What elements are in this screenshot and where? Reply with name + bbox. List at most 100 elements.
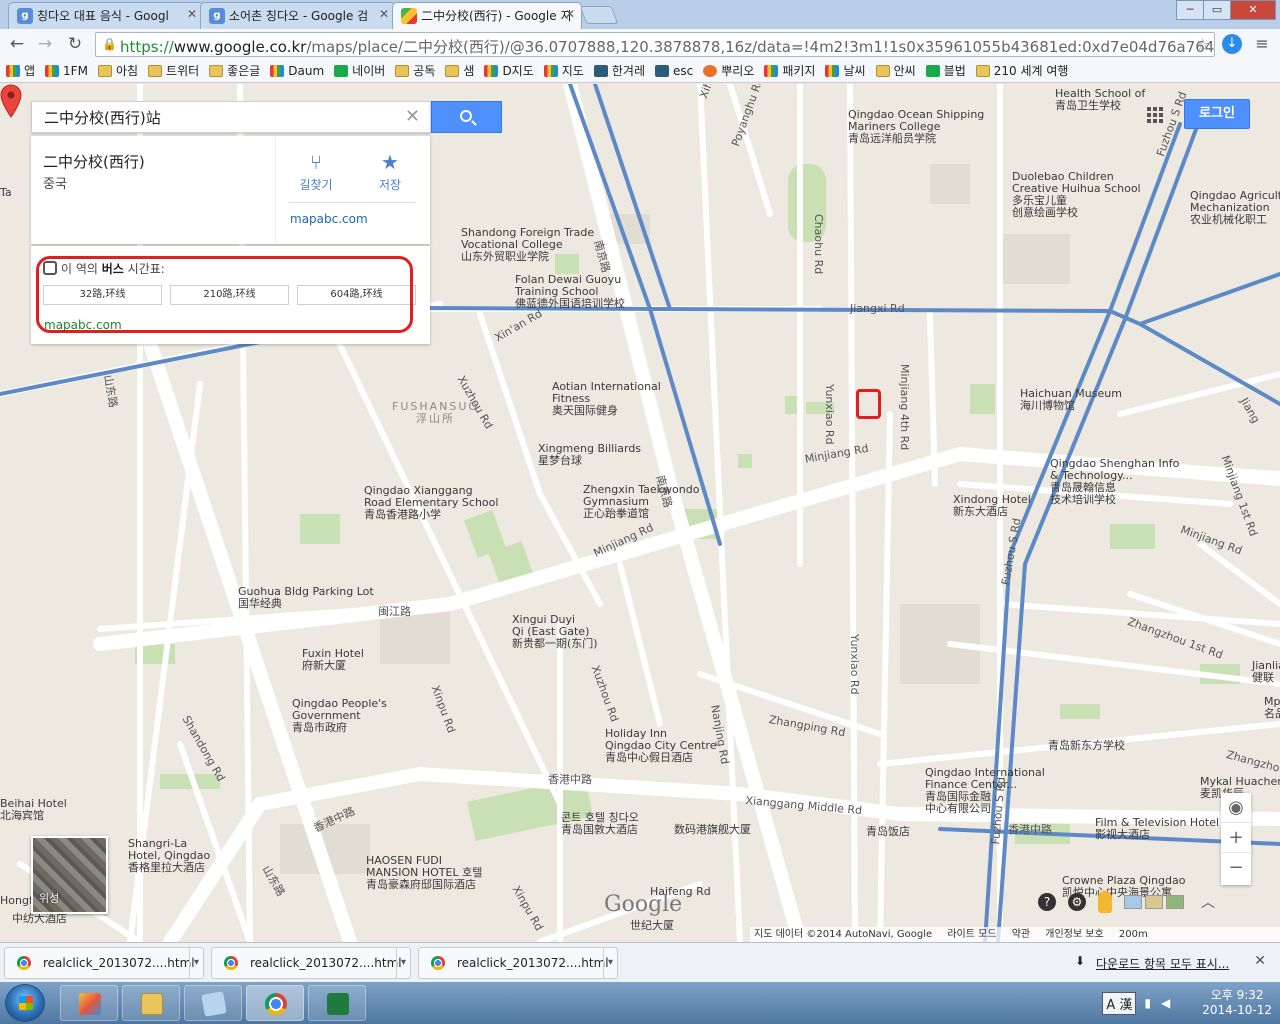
imagery-thumb[interactable] bbox=[1145, 895, 1163, 909]
search-button[interactable] bbox=[431, 101, 502, 133]
close-icon[interactable]: ✕ bbox=[1254, 953, 1266, 969]
help-icon[interactable]: ? bbox=[1038, 893, 1056, 911]
bookmark-item[interactable]: 공독 bbox=[395, 62, 435, 79]
map-poi-label[interactable]: Haichuan Museum 海川博物馆 bbox=[1020, 388, 1122, 412]
map-poi-label[interactable]: Shandong Foreign Trade Vocational Colleg… bbox=[461, 227, 594, 263]
clock[interactable]: 오후 9:32 2014-10-12 bbox=[1202, 988, 1272, 1018]
tab-close-icon[interactable]: ✕ bbox=[565, 7, 575, 21]
browser-tab-active[interactable]: 二中分校(西行) - Google 지 ✕ bbox=[392, 2, 582, 29]
show-all-downloads-link[interactable]: 다운로드 항목 모두 표시... bbox=[1096, 955, 1229, 972]
reload-icon[interactable]: ↻ bbox=[64, 33, 86, 55]
imagery-thumbs[interactable] bbox=[1124, 895, 1187, 909]
taskbar-app-excel[interactable] bbox=[308, 985, 366, 1021]
maximize-button[interactable]: ▭ bbox=[1203, 0, 1231, 20]
map-poi-label[interactable]: 世纪大厦 bbox=[630, 920, 674, 932]
download-extension-icon[interactable]: ↓ bbox=[1222, 34, 1242, 54]
apps-grid-icon[interactable] bbox=[1147, 107, 1163, 123]
browser-tab[interactable]: g 칭다오 대표 음식 - Googl ✕ bbox=[8, 2, 204, 29]
map-poi-label[interactable]: 青岛饭店 bbox=[866, 826, 910, 838]
login-button[interactable]: 로그인 bbox=[1184, 99, 1250, 129]
bookmark-item[interactable]: 앱 bbox=[6, 62, 35, 79]
browser-tab[interactable]: g 소어촌 칭다오 - Google 검 ✕ bbox=[200, 2, 396, 29]
bookmark-item[interactable]: 한겨레 bbox=[593, 62, 645, 79]
map-poi-label[interactable]: Beihai Hotel 北海宾馆 bbox=[0, 798, 67, 822]
map-poi-label[interactable]: 青岛新东方学校 bbox=[1048, 740, 1125, 752]
map-poi-label[interactable]: Qingdao Xianggang Road Elementary School… bbox=[364, 485, 498, 521]
map-poi-label[interactable]: Qingdao Ocean Shipping Mariners College … bbox=[848, 109, 984, 145]
map-poi-label[interactable]: Mpin Pla 名品广 bbox=[1264, 696, 1280, 720]
zoom-out-button[interactable]: − bbox=[1221, 853, 1251, 883]
map-poi-label[interactable]: Ta bbox=[0, 187, 12, 199]
imagery-thumb[interactable] bbox=[1124, 895, 1142, 909]
map-poi-label[interactable]: Film & Television Hotel 影视大酒店 bbox=[1095, 817, 1219, 841]
bookmark-item[interactable]: 샘 bbox=[445, 62, 474, 79]
taskbar-app-explorer[interactable] bbox=[122, 985, 180, 1021]
directions-button[interactable]: ⑂ 길찾기 bbox=[286, 150, 346, 193]
map-poi-label[interactable]: HAOSEN FUDI MANSION HOTEL 호텔 青岛豪森府邸国际酒店 bbox=[366, 855, 482, 891]
zoom-in-button[interactable]: + bbox=[1221, 823, 1251, 853]
privacy-link[interactable]: 개인정보 보호 bbox=[1045, 929, 1103, 940]
ime-indicator[interactable]: A 漢 bbox=[1102, 991, 1137, 1015]
network-icon[interactable]: ▮ bbox=[1144, 996, 1151, 1010]
map-poi-label[interactable]: Qingdao People's Government 青岛市政府 bbox=[292, 698, 387, 734]
back-arrow-icon[interactable]: ← bbox=[6, 33, 28, 55]
map-poi-label[interactable]: Xindong Hotel 新东大酒店 bbox=[953, 494, 1031, 518]
bookmark-item[interactable]: esc bbox=[654, 64, 693, 78]
bookmark-item[interactable]: 지도 bbox=[543, 62, 584, 79]
minimize-button[interactable]: ─ bbox=[1176, 0, 1204, 20]
download-item[interactable]: realclick_2013072....html ▾ bbox=[211, 947, 411, 979]
forward-arrow-icon[interactable]: → bbox=[34, 33, 56, 55]
save-button[interactable]: ★ 저장 bbox=[360, 150, 420, 193]
chevron-down-icon[interactable]: ▾ bbox=[188, 948, 199, 978]
map-poi-label[interactable]: Health School of 青岛卫生学校 bbox=[1055, 88, 1145, 112]
map-poi-label[interactable]: Zhengxin Taekwondo Gymnasium 正心跆拳道馆 bbox=[583, 484, 699, 520]
map-poi-label[interactable]: 数码港旗舰大厦 bbox=[674, 824, 751, 836]
search-input[interactable] bbox=[32, 102, 392, 132]
source-link[interactable]: mapabc.com bbox=[290, 212, 368, 226]
map-poi-label[interactable]: Qingdao International Finance Center... … bbox=[925, 767, 1045, 815]
taskbar-app-chrome[interactable] bbox=[246, 985, 304, 1021]
bookmark-item[interactable]: 좋은글 bbox=[209, 62, 260, 79]
chevron-down-icon[interactable]: ▾ bbox=[395, 948, 406, 978]
satellite-toggle[interactable]: 위성 bbox=[31, 836, 108, 914]
imagery-thumb[interactable] bbox=[1166, 895, 1184, 909]
map-poi-label[interactable]: Qingdao Agricultu Mechanization 农业机械化职工 bbox=[1190, 190, 1280, 226]
bookmark-item[interactable]: 블법 bbox=[925, 62, 966, 79]
tab-close-icon[interactable]: ✕ bbox=[379, 7, 389, 21]
taskbar-app-paint[interactable] bbox=[60, 985, 118, 1021]
bookmark-item[interactable]: Daum bbox=[270, 64, 324, 78]
bookmark-item[interactable]: 패키지 bbox=[764, 62, 815, 79]
bookmark-item[interactable]: 1FM bbox=[45, 64, 88, 78]
chevron-down-icon[interactable]: ▾ bbox=[602, 948, 613, 978]
new-tab-button[interactable] bbox=[579, 6, 619, 24]
map-poi-label[interactable]: Jianlian Ho 健联 bbox=[1252, 660, 1280, 684]
start-button[interactable] bbox=[5, 984, 45, 1022]
map-poi-label[interactable]: Fuxin Hotel 府新大厦 bbox=[302, 648, 364, 672]
map-poi-label[interactable]: 콘트 호텔 칭다오 青岛国敦大酒店 bbox=[561, 812, 639, 836]
my-location-icon[interactable]: ◉ bbox=[1221, 793, 1251, 823]
gear-icon[interactable]: ⚙ bbox=[1068, 893, 1086, 911]
bookmark-item[interactable]: 210 세계 여행 bbox=[975, 62, 1068, 79]
map-poi-label[interactable]: Duolebao Children Creative Huihua School… bbox=[1012, 171, 1141, 219]
menu-icon[interactable]: ≡ bbox=[1252, 34, 1272, 54]
lite-mode-link[interactable]: 라이트 모드 bbox=[947, 929, 996, 940]
map-poi-label[interactable]: Folan Dewai Guoyu Training School 佛蓝德外国语… bbox=[515, 274, 625, 310]
chevron-up-icon[interactable]: ︿ bbox=[1201, 892, 1215, 912]
bookmark-item[interactable]: 안씨 bbox=[875, 62, 916, 79]
bookmark-item[interactable]: 트위터 bbox=[148, 62, 199, 79]
map-poi-label[interactable]: Aotian International Fitness 奥天国际健身 bbox=[552, 381, 661, 417]
bookmark-item[interactable]: 네이버 bbox=[334, 62, 385, 79]
map-poi-label[interactable]: Xingmeng Billiards 星梦台球 bbox=[538, 443, 641, 467]
address-bar[interactable]: 🔒 https://www.google.co.kr/maps/place/二中… bbox=[95, 32, 1215, 57]
terms-link[interactable]: 약관 bbox=[1012, 929, 1030, 940]
map-poi-label[interactable]: Guohua Bldg Parking Lot 国华经典 bbox=[238, 586, 374, 610]
download-item[interactable]: realclick_2013072....html ▾ bbox=[418, 947, 618, 979]
map-poi-label[interactable]: Shangri-La Hotel, Qingdao 香格里拉大酒店 bbox=[128, 838, 210, 874]
bookmark-star-icon[interactable]: ☆ bbox=[1196, 35, 1210, 54]
download-item[interactable]: realclick_2013072....html ▾ bbox=[4, 947, 204, 979]
bookmark-item[interactable]: 뿌리오 bbox=[703, 62, 754, 79]
map-poi-label[interactable]: Holiday Inn Qingdao City Centre 青岛中心假日酒店 bbox=[605, 728, 716, 764]
tab-close-icon[interactable]: ✕ bbox=[187, 7, 197, 21]
taskbar-app-notes[interactable] bbox=[184, 985, 242, 1021]
map-poi-label[interactable]: 中纺大酒店 bbox=[12, 913, 67, 925]
